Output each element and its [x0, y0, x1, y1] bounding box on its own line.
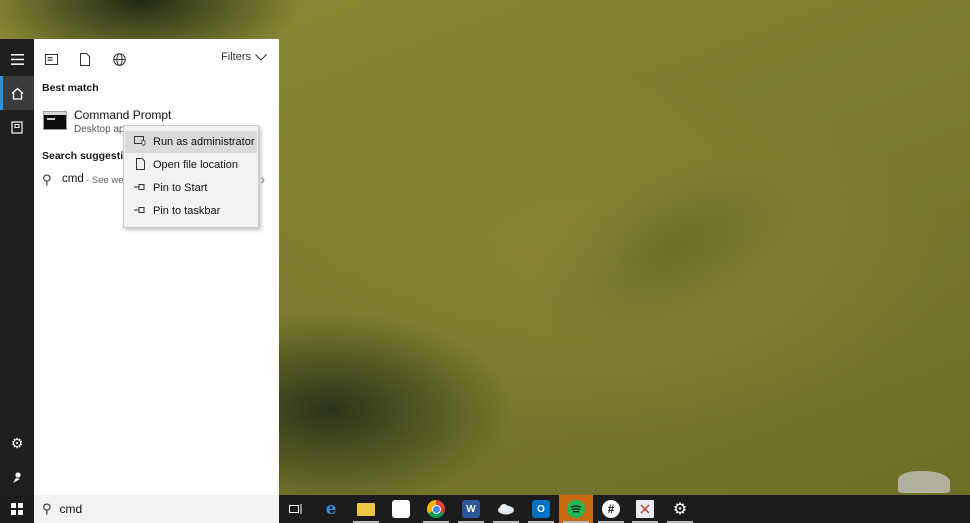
cloud-icon	[497, 500, 515, 518]
menu-item-label: Run as administrator	[153, 136, 255, 148]
store-icon	[392, 500, 410, 518]
menu-item-label: Pin to Start	[153, 182, 208, 194]
file-explorer-button[interactable]	[349, 495, 383, 523]
hamburger-menu-button[interactable]	[0, 42, 34, 76]
search-input[interactable]	[59, 502, 260, 516]
chevron-right-icon[interactable]: ›	[260, 171, 265, 187]
chevron-down-icon	[255, 53, 267, 61]
gear-icon: ⚙	[10, 434, 24, 451]
snipping-tool-button[interactable]	[628, 495, 662, 523]
word-icon: W	[462, 500, 480, 518]
task-view-icon	[289, 504, 302, 514]
feedback-icon	[13, 471, 21, 483]
home-button[interactable]	[0, 76, 34, 110]
pin-icon	[129, 182, 151, 194]
menu-item-run-as-administrator[interactable]: Run as administrator	[125, 131, 257, 153]
windows-logo-icon	[11, 503, 23, 515]
best-match-heading: Best match	[42, 82, 99, 94]
taskbar: ⚲ e W O #	[0, 495, 970, 523]
feedback-button[interactable]	[0, 460, 34, 494]
globe-icon	[112, 52, 126, 66]
menu-item-label: Open file location	[153, 159, 238, 171]
menu-item-label: Pin to taskbar	[153, 205, 221, 217]
settings-button[interactable]: ⚙	[0, 426, 34, 460]
document-icon	[80, 52, 90, 66]
mail-app-button[interactable]	[489, 495, 523, 523]
task-view-button[interactable]	[279, 495, 313, 523]
search-icon: ⚲	[42, 501, 52, 516]
result-subtitle: Desktop app	[74, 124, 131, 135]
start-rail: ⚙	[0, 39, 34, 495]
shield-window-icon	[129, 135, 151, 149]
filters-label: Filters	[221, 51, 251, 63]
context-menu: Run as administrator Open file location …	[123, 125, 259, 228]
command-prompt-icon	[43, 111, 67, 130]
search-icon: ⚲	[42, 172, 52, 187]
documents-filter-button[interactable]	[77, 51, 93, 67]
chrome-button[interactable]	[419, 495, 453, 523]
home-icon	[11, 87, 23, 100]
spotify-icon	[567, 500, 585, 518]
chrome-icon	[427, 500, 445, 518]
taskbar-search-box[interactable]: ⚲	[34, 495, 279, 523]
gear-icon: ⚙	[672, 501, 688, 518]
suggestion-query: cmd	[62, 173, 84, 185]
hamburger-icon	[10, 53, 24, 65]
hill-shadow	[500, 114, 840, 386]
slack-button[interactable]: #	[594, 495, 628, 523]
search-toolbar: Filters	[34, 39, 279, 77]
outlook-icon: O	[532, 500, 550, 518]
start-button[interactable]	[0, 495, 34, 523]
store-button[interactable]	[384, 495, 418, 523]
edge-icon: e	[325, 499, 337, 519]
menu-item-pin-to-taskbar[interactable]: Pin to taskbar	[125, 200, 257, 222]
result-name: Command Prompt	[74, 108, 172, 122]
rock	[898, 471, 950, 493]
pin-icon	[129, 205, 151, 217]
edge-button[interactable]: e	[314, 495, 348, 523]
menu-item-pin-to-start[interactable]: Pin to Start	[125, 177, 257, 199]
menu-item-open-file-location[interactable]: Open file location	[125, 154, 257, 176]
word-button[interactable]: W	[454, 495, 488, 523]
search-panel: Filters Best match Command Prompt Deskto…	[34, 39, 279, 495]
web-filter-button[interactable]	[111, 51, 127, 67]
outlook-button[interactable]: O	[524, 495, 558, 523]
notebook-button[interactable]	[0, 110, 34, 144]
file-icon	[129, 157, 151, 173]
apps-filter-button[interactable]	[43, 51, 59, 67]
slack-icon: #	[602, 500, 620, 518]
apps-icon	[44, 53, 58, 65]
notebook-icon	[11, 120, 23, 134]
snipping-icon	[636, 500, 654, 518]
settings-app-button[interactable]: ⚙	[663, 495, 697, 523]
filters-dropdown[interactable]: Filters	[221, 51, 267, 63]
folder-icon	[357, 502, 375, 516]
spotify-button[interactable]	[559, 495, 593, 523]
